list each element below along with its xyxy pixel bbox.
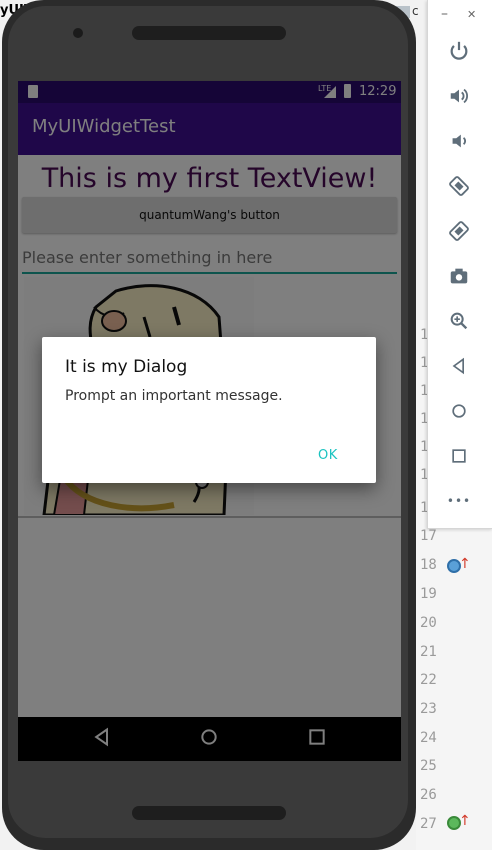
more-icon[interactable]: ••• [446,488,472,514]
line-number: 19 [420,586,437,602]
front-camera-icon [73,28,83,38]
line-number: 17 [420,528,437,544]
line-number: 20 [420,615,437,631]
line-number: 25 [420,758,437,774]
dialog-title: It is my Dialog [65,357,188,377]
minimize-button[interactable]: – [441,6,448,22]
line-number: 18 [420,557,437,573]
dialog-ok-button[interactable]: OK [318,448,338,463]
power-icon[interactable] [446,38,472,64]
zoom-icon[interactable] [446,308,472,334]
line-number: 27 [420,816,437,832]
volume-down-icon[interactable] [446,128,472,154]
volume-up-icon[interactable] [446,83,472,109]
back-icon[interactable] [446,353,472,379]
line-number: 24 [420,730,437,746]
line-number: 23 [420,701,437,717]
dialog-message: Prompt an important message. [65,388,283,404]
override-arrow-icon[interactable]: ↑ [459,556,471,572]
override-arrow-icon[interactable]: ↑ [459,813,471,829]
bottom-speaker [132,806,286,820]
line-number: 22 [420,672,437,688]
close-button[interactable]: ✕ [467,8,476,21]
camera-icon[interactable] [446,263,472,289]
home-icon[interactable] [446,398,472,424]
rotate-right-icon[interactable] [446,218,472,244]
line-number: 21 [420,644,437,660]
line-number: 26 [420,787,437,803]
top-speaker [132,26,286,40]
phone-screen: LTE 12:29 MyUIWidgetTest This is my firs… [18,81,401,761]
alert-dialog: It is my Dialog Prompt an important mess… [42,337,376,483]
rotate-left-icon[interactable] [446,173,472,199]
overview-icon[interactable] [446,443,472,469]
